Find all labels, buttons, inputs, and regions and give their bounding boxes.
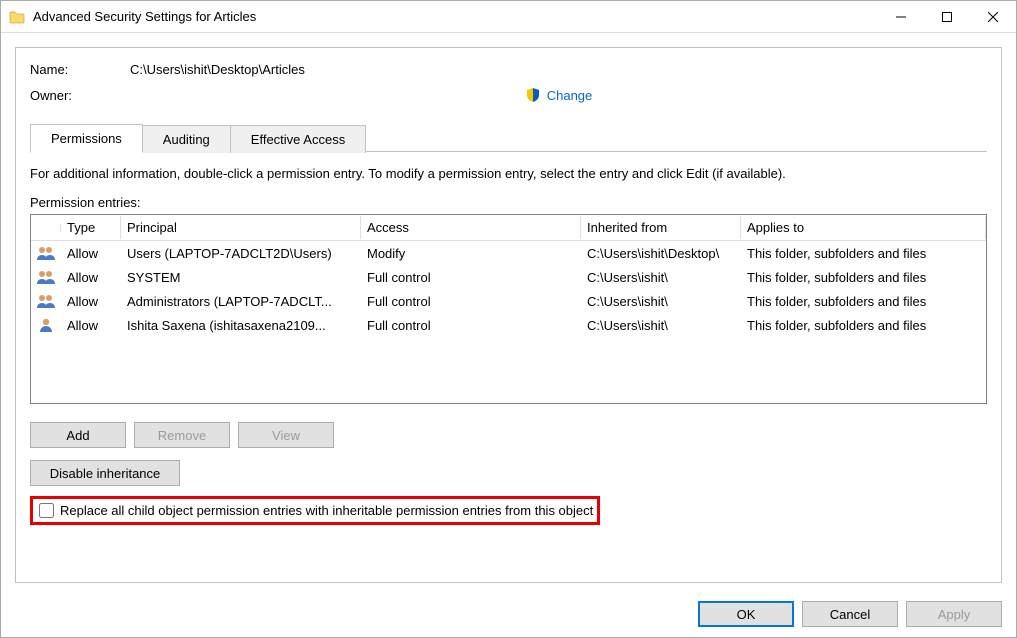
content-area: Name: C:\Users\ishit\Desktop\Articles Ow… — [1, 33, 1016, 591]
permission-row[interactable]: Allow Users (LAPTOP-7ADCLT2D\Users) Modi… — [31, 241, 986, 265]
users-icon — [37, 270, 55, 284]
entry-buttons: Add Remove View — [30, 422, 987, 448]
permission-row[interactable]: Allow Ishita Saxena (ishitasaxena2109...… — [31, 313, 986, 337]
view-button[interactable]: View — [238, 422, 334, 448]
titlebar: Advanced Security Settings for Articles — [1, 1, 1016, 33]
col-principal-header[interactable]: Principal — [121, 216, 361, 239]
tab-effective-access[interactable]: Effective Access — [230, 125, 366, 153]
user-icon — [37, 318, 55, 332]
maximize-button[interactable] — [924, 1, 970, 32]
col-icon-header[interactable] — [31, 224, 61, 232]
window-title: Advanced Security Settings for Articles — [33, 9, 878, 24]
permission-list[interactable]: Type Principal Access Inherited from App… — [30, 214, 987, 404]
replace-children-checkbox[interactable] — [39, 503, 54, 518]
dialog-footer: OK Cancel Apply — [1, 591, 1016, 637]
shield-icon — [525, 87, 541, 103]
disable-inheritance-button[interactable]: Disable inheritance — [30, 460, 180, 486]
ok-button[interactable]: OK — [698, 601, 794, 627]
inheritance-buttons: Disable inheritance — [30, 460, 987, 486]
users-icon — [37, 294, 55, 308]
add-button[interactable]: Add — [30, 422, 126, 448]
minimize-button[interactable] — [878, 1, 924, 32]
hint-text: For additional information, double-click… — [30, 166, 987, 181]
col-inherited-header[interactable]: Inherited from — [581, 216, 741, 239]
cancel-button[interactable]: Cancel — [802, 601, 898, 627]
users-icon — [37, 246, 55, 260]
name-label: Name: — [30, 62, 130, 77]
replace-children-checkbox-row[interactable]: Replace all child object permission entr… — [30, 496, 600, 525]
replace-children-label: Replace all child object permission entr… — [60, 503, 593, 518]
main-panel: Name: C:\Users\ishit\Desktop\Articles Ow… — [15, 47, 1002, 583]
name-row: Name: C:\Users\ishit\Desktop\Articles — [30, 62, 987, 77]
permission-row[interactable]: Allow Administrators (LAPTOP-7ADCLT... F… — [31, 289, 986, 313]
col-type-header[interactable]: Type — [61, 216, 121, 239]
folder-icon — [9, 9, 25, 25]
apply-button[interactable]: Apply — [906, 601, 1002, 627]
close-button[interactable] — [970, 1, 1016, 32]
col-access-header[interactable]: Access — [361, 216, 581, 239]
security-settings-window: Advanced Security Settings for Articles … — [0, 0, 1017, 638]
name-value: C:\Users\ishit\Desktop\Articles — [130, 62, 305, 77]
owner-label: Owner: — [30, 88, 130, 103]
change-owner-link[interactable]: Change — [547, 88, 593, 103]
permission-row[interactable]: Allow SYSTEM Full control C:\Users\ishit… — [31, 265, 986, 289]
list-header: Type Principal Access Inherited from App… — [31, 215, 986, 241]
tabs: Permissions Auditing Effective Access — [30, 123, 987, 152]
owner-row: Owner: Change — [30, 87, 987, 103]
remove-button[interactable]: Remove — [134, 422, 230, 448]
entries-label: Permission entries: — [30, 195, 987, 210]
tab-auditing[interactable]: Auditing — [142, 125, 231, 153]
col-applies-header[interactable]: Applies to — [741, 216, 986, 239]
window-controls — [878, 1, 1016, 32]
tab-permissions[interactable]: Permissions — [30, 124, 143, 153]
tab-body: For additional information, double-click… — [30, 151, 987, 568]
